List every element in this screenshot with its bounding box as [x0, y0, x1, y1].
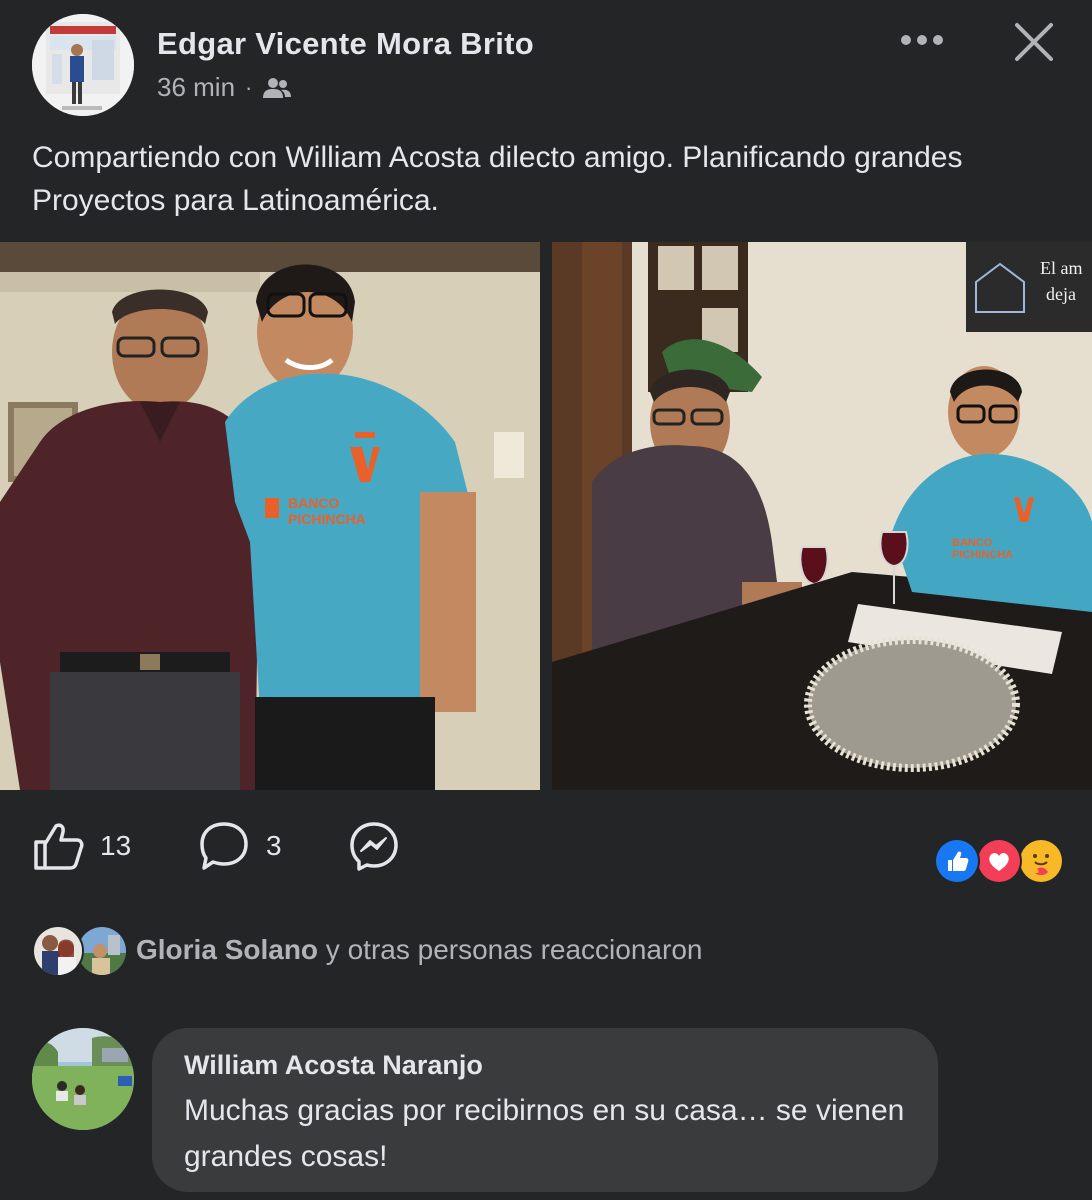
close-icon	[1015, 23, 1053, 61]
reaction-summary[interactable]	[934, 838, 1064, 884]
sign-text-line-2: deja	[1046, 284, 1076, 304]
comment-author[interactable]: William Acosta Naranjo	[184, 1050, 483, 1081]
thumbs-up-icon	[34, 823, 84, 870]
post-text: Compartiendo con William Acosta dilecto …	[32, 141, 963, 217]
more-options-button[interactable]	[896, 20, 948, 60]
comment-bubble-icon	[200, 822, 248, 870]
jersey-text-top-right: BANCO	[952, 537, 993, 549]
jersey-text-bottom-right: PICHINCHA	[952, 549, 1013, 561]
post-photo-right[interactable]: El am deja BANCO PICHINCHA	[552, 242, 1092, 790]
post-photo-left[interactable]: BANCO PICHINCHA	[0, 242, 540, 790]
reactor-avatar	[32, 925, 84, 977]
care-reaction-icon	[1018, 838, 1064, 884]
photo-two-men-standing: BANCO PICHINCHA	[0, 242, 540, 790]
reactor-avatars	[32, 923, 128, 977]
comment-count: 3	[266, 830, 282, 861]
reactors-suffix: y otras personas reaccionaron	[318, 934, 703, 965]
love-reaction-icon	[976, 838, 1022, 884]
post-meta: 36 min ·	[157, 72, 292, 103]
comment-button[interactable]: 3	[198, 820, 282, 872]
sign-text-line-1: El am	[1040, 258, 1083, 278]
reactor-name[interactable]: Gloria Solano	[136, 934, 318, 965]
friends-icon[interactable]	[262, 76, 292, 100]
comment-text: Muchas gracias por recibirnos en su casa…	[184, 1094, 905, 1173]
reactors-text: Gloria Solano y otras personas reacciona…	[136, 934, 702, 966]
comment-bubble[interactable]: William Acosta Naranjo Muchas gracias po…	[152, 1028, 938, 1192]
jersey-text-top-left: BANCO	[288, 495, 339, 511]
like-count: 13	[100, 830, 132, 861]
more-horizontal-icon	[901, 35, 943, 45]
author-avatar-image	[32, 14, 134, 116]
author-name[interactable]: Edgar Vicente Mora Brito	[157, 26, 534, 62]
post-actions: 13 3	[0, 810, 1092, 890]
photo-two-men-table: El am deja BANCO PICHINCHA	[552, 242, 1092, 790]
close-button[interactable]	[1008, 16, 1060, 68]
commenter-avatar-image	[32, 1028, 134, 1130]
like-reaction-icon	[934, 838, 980, 884]
messenger-icon	[350, 822, 398, 871]
messenger-share-button[interactable]	[348, 820, 400, 872]
like-button[interactable]: 13	[32, 820, 131, 872]
post-header: Edgar Vicente Mora Brito 36 min ·	[0, 0, 1092, 130]
commenter-avatar[interactable]	[32, 1028, 134, 1130]
post-time[interactable]: 36 min	[157, 72, 235, 103]
author-avatar[interactable]	[32, 14, 134, 116]
comment: William Acosta Naranjo Muchas gracias po…	[32, 1028, 1072, 1198]
jersey-text-bottom-left: PICHINCHA	[288, 511, 366, 527]
post-page: Edgar Vicente Mora Brito 36 min · Compar…	[0, 0, 1092, 1200]
meta-separator: ·	[245, 74, 253, 100]
reactors-summary[interactable]: Gloria Solano y otras personas reacciona…	[32, 922, 702, 978]
